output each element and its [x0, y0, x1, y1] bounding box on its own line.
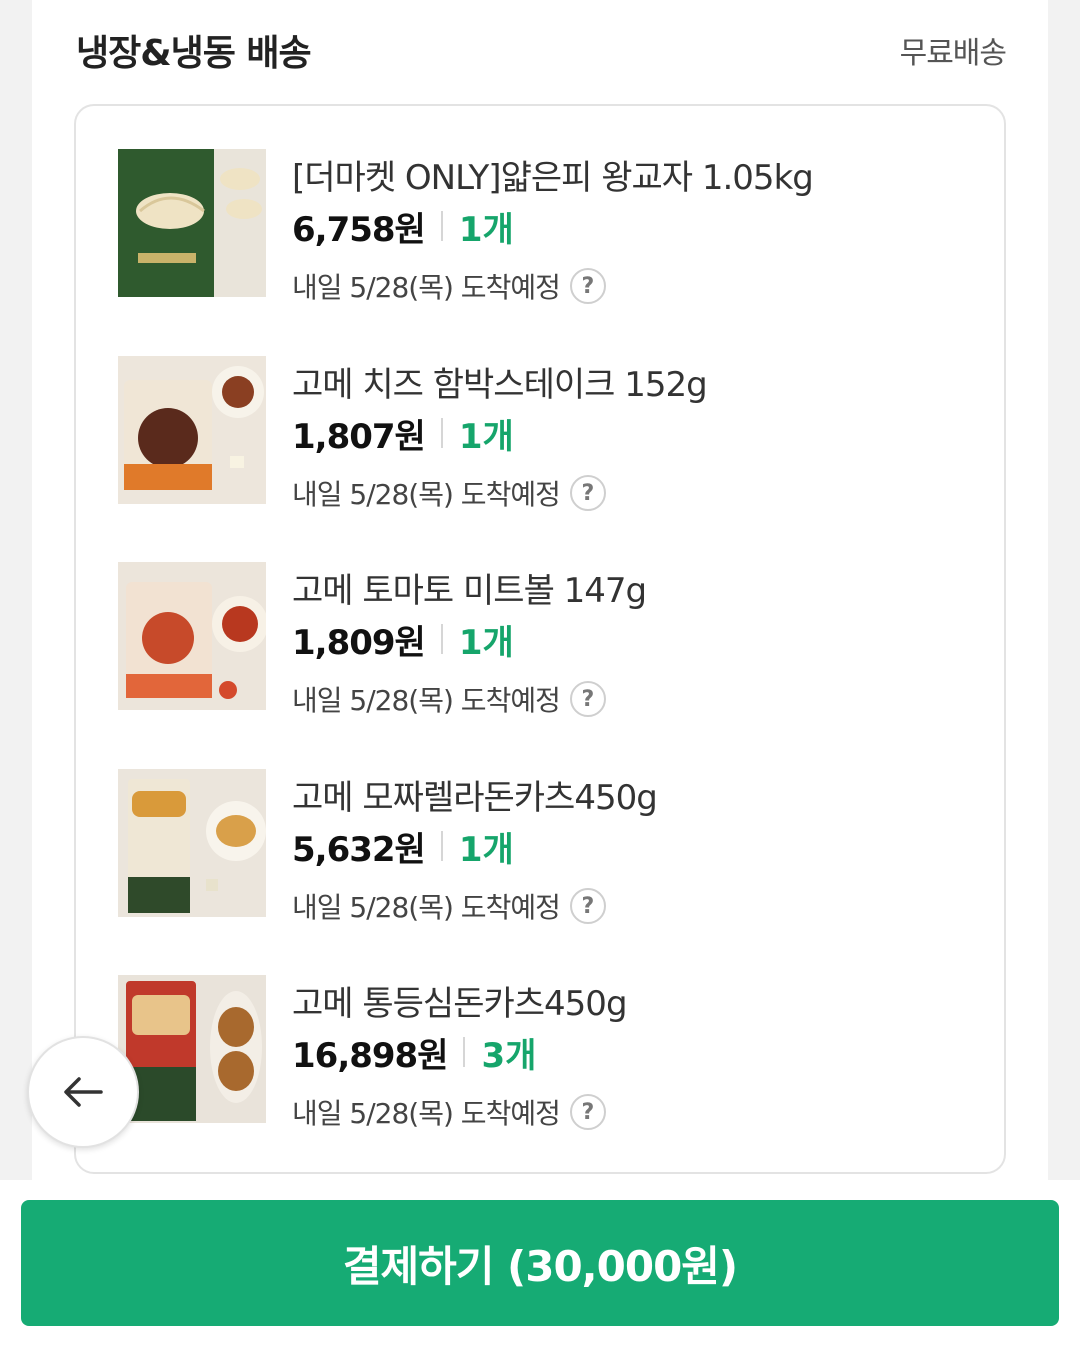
- product-price: 1,807원: [292, 416, 426, 457]
- help-icon[interactable]: ?: [569, 888, 606, 924]
- list-item[interactable]: [더마켓 ONLY]얇은피 왕교자 1.05kg 6,758원 1개 내일 5/…: [118, 106, 978, 304]
- delivery-date: 내일 5/28(목) 도착예정: [292, 478, 561, 511]
- delivery-date: 내일 5/28(목) 도착예정: [292, 684, 561, 717]
- help-icon[interactable]: ?: [569, 681, 606, 717]
- help-icon[interactable]: ?: [569, 1094, 606, 1130]
- list-item[interactable]: 고메 통등심돈카츠450g 16,898원 3개 내일 5/28(목) 도착예정…: [118, 932, 978, 1130]
- delivery-date: 내일 5/28(목) 도착예정: [292, 891, 561, 924]
- section-title: 냉장&냉동 배송: [76, 33, 312, 74]
- price-row: 1,809원 1개: [292, 617, 514, 663]
- product-quantity: 1개: [458, 209, 514, 250]
- list-item[interactable]: 고메 토마토 미트볼 147g 1,809원 1개 내일 5/28(목) 도착예…: [118, 519, 978, 717]
- help-icon[interactable]: ?: [569, 268, 606, 304]
- product-image-pork-cutlet[interactable]: [118, 975, 266, 1123]
- product-quantity: 1개: [458, 622, 514, 663]
- delivery-section: 냉장&냉동 배송 무료배송 [더마켓 ONLY]얇은피 왕교자 1.05kg 6…: [32, 0, 1048, 1180]
- delivery-date: 내일 5/28(목) 도착예정: [292, 1097, 561, 1130]
- product-price: 16,898원: [292, 1035, 448, 1076]
- product-name[interactable]: 고메 치즈 함박스테이크 152g: [292, 357, 708, 406]
- product-image-hamburg-steak[interactable]: [118, 356, 266, 504]
- product-quantity: 1개: [458, 416, 514, 457]
- product-image-mozzarella-cutlet[interactable]: [118, 769, 266, 917]
- back-button[interactable]: [27, 1036, 139, 1148]
- list-item[interactable]: 고메 모짜렐라돈카츠450g 5,632원 1개 내일 5/28(목) 도착예정…: [118, 726, 978, 924]
- product-price: 5,632원: [292, 829, 426, 870]
- product-image-meatball[interactable]: [118, 562, 266, 710]
- list-item[interactable]: 고메 치즈 함박스테이크 152g 1,807원 1개 내일 5/28(목) 도…: [118, 313, 978, 511]
- product-name[interactable]: 고메 토마토 미트볼 147g: [292, 563, 647, 612]
- product-name[interactable]: 고메 통등심돈카츠450g: [292, 976, 628, 1025]
- product-name[interactable]: 고메 모짜렐라돈카츠450g: [292, 770, 658, 819]
- product-quantity: 1개: [458, 829, 514, 870]
- divider: [440, 624, 443, 654]
- divider: [440, 418, 443, 448]
- delivery-row: 내일 5/28(목) 도착예정 ?: [292, 679, 606, 719]
- free-shipping-label: 무료배송: [899, 36, 1007, 71]
- price-row: 1,807원 1개: [292, 411, 514, 457]
- product-price: 1,809원: [292, 622, 426, 663]
- delivery-row: 내일 5/28(목) 도착예정 ?: [292, 473, 606, 513]
- delivery-row: 내일 5/28(목) 도착예정 ?: [292, 1092, 606, 1132]
- checkout-button[interactable]: 결제하기 (30,000원): [21, 1200, 1059, 1326]
- divider: [440, 211, 443, 241]
- arrow-left-icon: [64, 1077, 103, 1107]
- price-row: 16,898원 3개: [292, 1030, 537, 1076]
- price-row: 6,758원 1개: [292, 204, 514, 250]
- price-row: 5,632원 1개: [292, 824, 514, 870]
- product-list-card: [더마켓 ONLY]얇은피 왕교자 1.05kg 6,758원 1개 내일 5/…: [74, 104, 1006, 1174]
- divider: [440, 831, 443, 861]
- delivery-row: 내일 5/28(목) 도착예정 ?: [292, 266, 606, 306]
- help-icon[interactable]: ?: [569, 475, 606, 511]
- delivery-row: 내일 5/28(목) 도착예정 ?: [292, 886, 606, 926]
- product-name[interactable]: [더마켓 ONLY]얇은피 왕교자 1.05kg: [292, 150, 814, 199]
- delivery-date: 내일 5/28(목) 도착예정: [292, 271, 561, 304]
- product-price: 6,758원: [292, 209, 426, 250]
- product-image-dumpling[interactable]: [118, 149, 266, 297]
- product-quantity: 3개: [481, 1035, 537, 1076]
- divider: [463, 1037, 466, 1067]
